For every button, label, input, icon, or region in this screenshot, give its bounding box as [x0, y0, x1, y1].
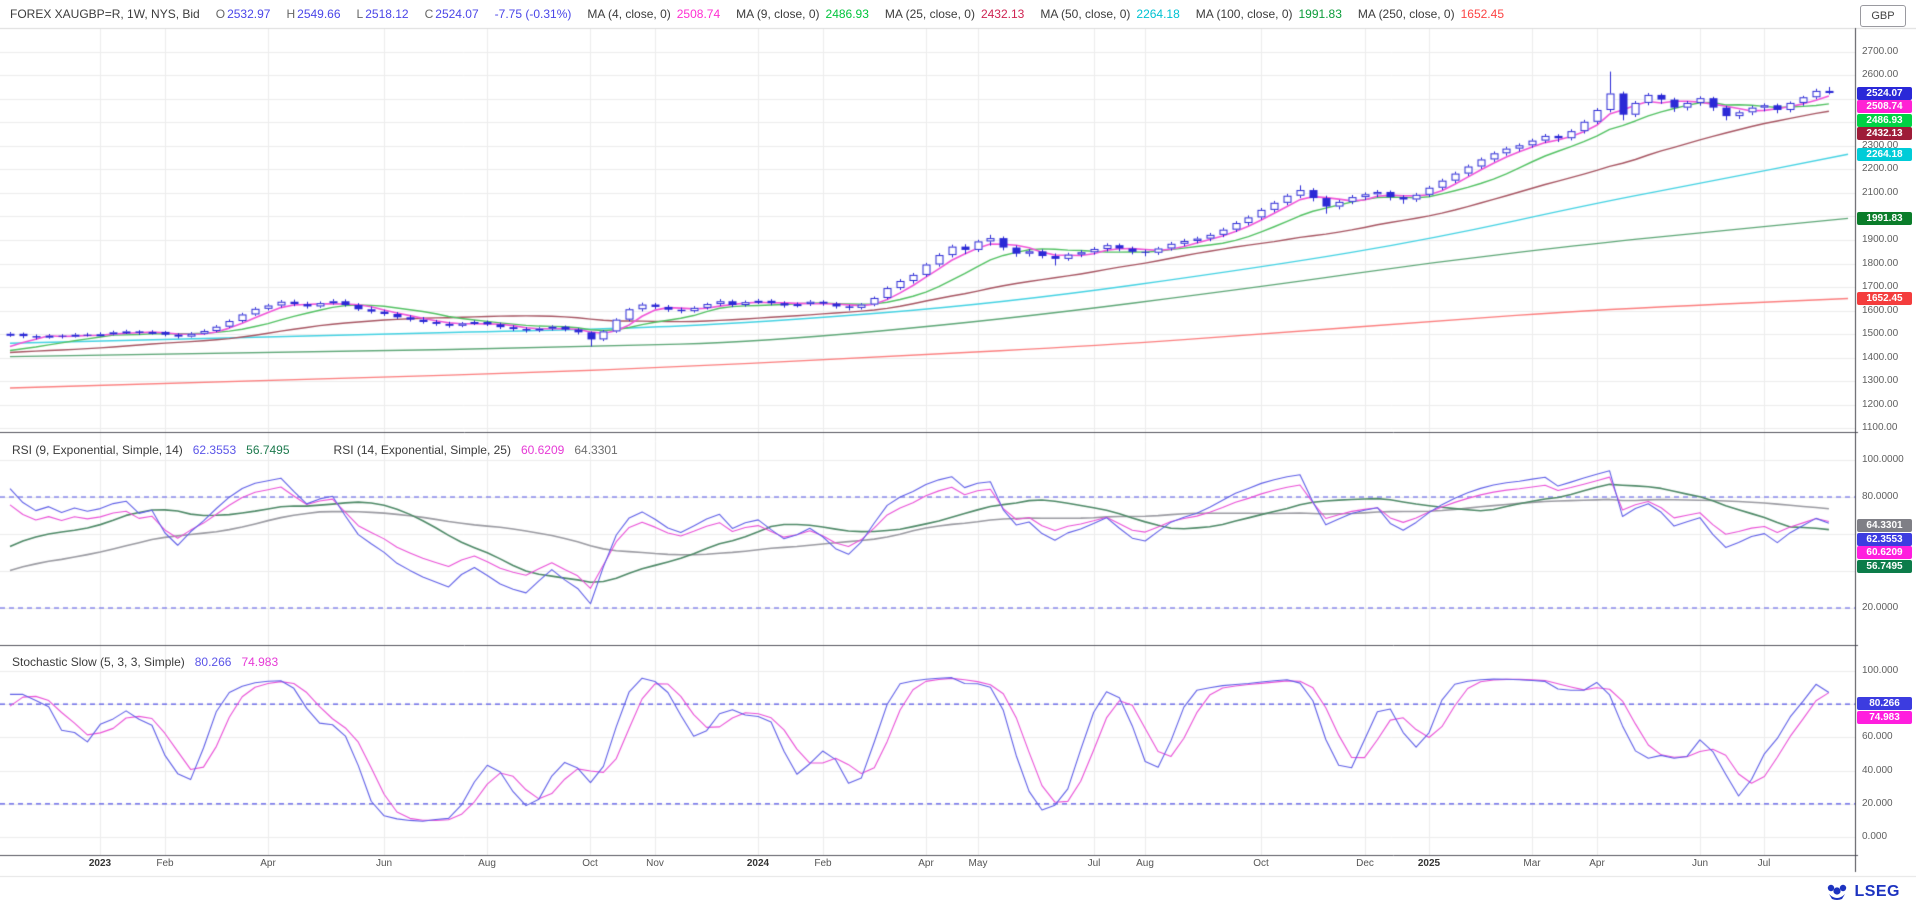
price-axis[interactable]	[1855, 28, 1916, 432]
ma-legend-value: 2264.18	[1136, 7, 1179, 21]
ma-legend-label: MA (4, close, 0)	[587, 7, 670, 21]
ma-legend-item: MA (250, close, 0) 1652.45	[1358, 7, 1504, 21]
lseg-crest-icon	[1825, 882, 1849, 902]
chart-window: FOREX XAUGBP=R, 1W, NYS, Bid O2532.97H25…	[0, 0, 1916, 905]
rsi-values-2: 60.6209 64.3301	[521, 443, 628, 457]
ohlc-field: O2532.97	[216, 7, 271, 21]
lseg-logo: LSEG	[1825, 882, 1900, 902]
ohlc-field-value: 2549.66	[297, 7, 340, 21]
ohlc-field: C2524.07	[425, 7, 479, 21]
ma-legend-value: 1652.45	[1461, 7, 1504, 21]
stochastic-value: 74.983	[241, 655, 278, 669]
ohlc-field-value: 2524.07	[435, 7, 478, 21]
stochastic-values: 80.266 74.983	[195, 655, 288, 669]
ohlc-field-value: 2518.12	[365, 7, 408, 21]
ma-legend-label: MA (100, close, 0)	[1196, 7, 1293, 21]
ma-legend-value: 2432.13	[981, 7, 1024, 21]
ma-legend-item: MA (4, close, 0) 2508.74	[587, 7, 720, 21]
ma-legend-item: MA (100, close, 0) 1991.83	[1196, 7, 1342, 21]
ohlc-field: L2518.12	[357, 7, 409, 21]
ma-legend-label: MA (9, close, 0)	[736, 7, 819, 21]
ma-legend-value: 1991.83	[1299, 7, 1342, 21]
ohlc-field-label: L	[357, 7, 364, 21]
stoch-axis[interactable]	[1855, 645, 1916, 855]
ma-legend-label: MA (25, close, 0)	[885, 7, 975, 21]
ohlc-field-label: O	[216, 7, 225, 21]
stochastic-value: 80.266	[195, 655, 232, 669]
rsi-value: 64.3301	[574, 443, 617, 457]
rsi-header: RSI (9, Exponential, Simple, 14) 62.3553…	[12, 443, 628, 457]
time-axis[interactable]	[0, 855, 1855, 877]
lseg-wordmark: LSEG	[1854, 883, 1900, 901]
stochastic-header: Stochastic Slow (5, 3, 3, Simple) 80.266…	[12, 655, 288, 669]
rsi-title-2: RSI (14, Exponential, Simple, 25)	[334, 443, 511, 457]
rsi-values-1: 62.3553 56.7495	[193, 443, 300, 457]
chart-header: FOREX XAUGBP=R, 1W, NYS, Bid O2532.97H25…	[10, 0, 1504, 28]
symbol-label: FOREX XAUGBP=R, 1W, NYS, Bid	[10, 7, 200, 21]
ohlc-field-value: 2532.97	[227, 7, 270, 21]
ma-legend-value: 2508.74	[677, 7, 720, 21]
ohlc-field: H2549.66	[286, 7, 340, 21]
rsi-axis[interactable]	[1855, 432, 1916, 645]
change-label: -7.75 (-0.31%)	[495, 7, 572, 21]
ma-legend-label: MA (250, close, 0)	[1358, 7, 1455, 21]
ma-legend-label: MA (50, close, 0)	[1040, 7, 1130, 21]
stochastic-title: Stochastic Slow (5, 3, 3, Simple)	[12, 655, 185, 669]
ma-legend-item: MA (25, close, 0) 2432.13	[885, 7, 1024, 21]
rsi-value: 62.3553	[193, 443, 236, 457]
rsi-value: 60.6209	[521, 443, 564, 457]
ohlc-field-label: H	[286, 7, 295, 21]
rsi-title-1: RSI (9, Exponential, Simple, 14)	[12, 443, 183, 457]
ma-legend-item: MA (50, close, 0) 2264.18	[1040, 7, 1179, 21]
currency-selector[interactable]: GBP	[1860, 5, 1906, 27]
ma-legend-value: 2486.93	[826, 7, 869, 21]
ohlc-field-label: C	[425, 7, 434, 21]
rsi-value: 56.7495	[246, 443, 289, 457]
ma-legend-item: MA (9, close, 0) 2486.93	[736, 7, 869, 21]
